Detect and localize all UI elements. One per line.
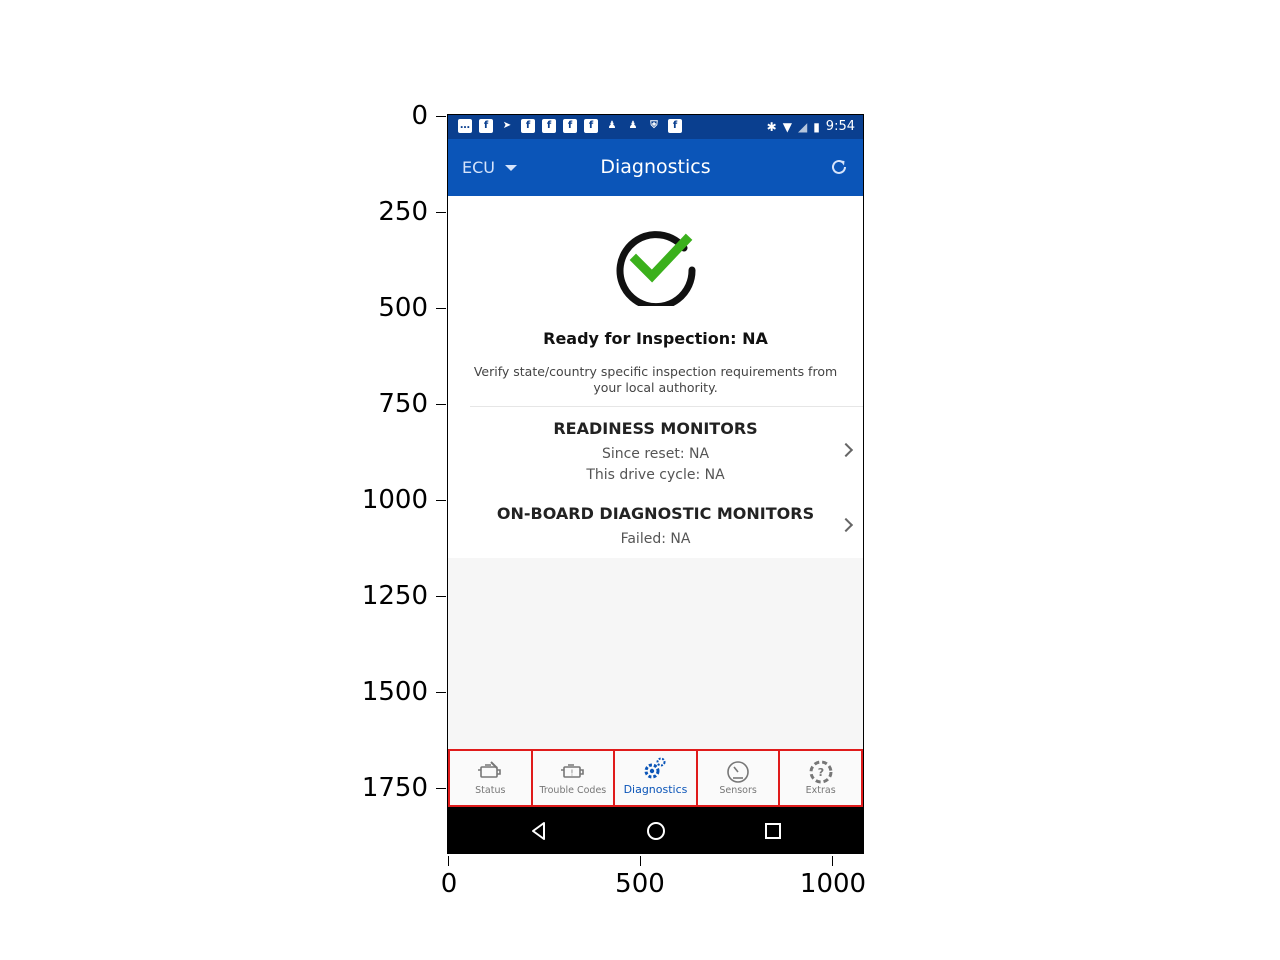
y-tick-label: 1000 — [361, 485, 428, 515]
facebook-icon: f — [521, 119, 535, 133]
tab-label: Sensors — [719, 785, 757, 796]
readiness-title: READINESS MONITORS — [553, 419, 758, 438]
check-circle-icon — [616, 231, 696, 306]
y-tick-label: 1750 — [361, 773, 428, 803]
x-tick-label: 500 — [615, 869, 665, 899]
person-icon: ♟ — [628, 120, 638, 131]
notification-icons: … f ➤ f f f f ♟ ♟ ⛨ f — [458, 119, 682, 133]
shield-icon: ⛨ — [650, 120, 658, 131]
failed-text: Failed: NA — [620, 531, 691, 547]
send-icon: ➤ — [502, 120, 512, 131]
drive-cycle-text: This drive cycle: NA — [586, 467, 725, 483]
y-tick-label: 1250 — [361, 581, 428, 611]
engine-status-icon — [478, 761, 502, 778]
y-tick-label: 1500 — [361, 677, 428, 707]
facebook-icon: f — [479, 119, 493, 133]
y-tick-label: 750 — [378, 389, 428, 419]
tab-diagnostics[interactable]: Diagnostics — [613, 749, 698, 807]
y-tick — [436, 212, 446, 213]
y-tick-label: 500 — [378, 293, 428, 323]
y-tick — [436, 692, 446, 693]
divider — [470, 406, 863, 407]
tab-extras[interactable]: ? Extras — [778, 749, 863, 807]
engine-codes-icon: ! — [560, 764, 584, 778]
y-tick — [436, 500, 446, 501]
system-nav-bar — [448, 807, 863, 853]
tab-status[interactable]: Status — [448, 749, 533, 807]
wifi-icon: ▼ — [782, 120, 792, 134]
svg-text:!: ! — [570, 769, 573, 778]
ready-status-title: Ready for Inspection: NA — [543, 329, 768, 348]
refresh-icon[interactable] — [829, 157, 849, 177]
y-tick-label: 0 — [411, 101, 428, 131]
y-tick — [436, 116, 446, 117]
tab-label: Trouble Codes — [539, 785, 607, 796]
back-icon[interactable] — [528, 820, 550, 842]
svg-text:?: ? — [817, 766, 823, 779]
y-tick — [436, 308, 446, 309]
tab-label: Extras — [805, 785, 836, 796]
no-signal-icon: ◢ — [797, 120, 808, 134]
x-tick-label: 0 — [440, 869, 458, 899]
phone-screen: … f ➤ f f f f ♟ ♟ ⛨ f ✱ ▼ ◢ ▮ 9:54 ECU D… — [447, 114, 864, 854]
y-tick — [436, 404, 446, 405]
status-bar: … f ➤ f f f f ♟ ♟ ⛨ f ✱ ▼ ◢ ▮ 9:54 — [448, 115, 863, 139]
page-title: Diagnostics — [600, 156, 711, 178]
gauge-icon — [727, 761, 749, 783]
tab-sensors[interactable]: Sensors — [695, 749, 781, 807]
recents-icon[interactable] — [762, 820, 784, 842]
bottom-nav: Status ! Trouble Codes Diagnostics Senso… — [448, 749, 863, 807]
tab-label: Diagnostics — [623, 783, 688, 796]
y-tick — [436, 788, 446, 789]
home-icon[interactable] — [645, 820, 667, 842]
facebook-icon: f — [668, 119, 682, 133]
person-icon: ♟ — [607, 120, 617, 131]
chat-icon: … — [458, 119, 472, 133]
bluetooth-icon: ✱ — [766, 120, 777, 134]
readiness-monitors-row[interactable]: READINESS MONITORS Since reset: NA This … — [448, 410, 863, 496]
inspection-note: Verify state/country specific inspection… — [473, 364, 838, 395]
system-icons: ✱ ▼ ◢ ▮ 9:54 — [766, 119, 855, 135]
onboard-monitors-row[interactable]: ON-BOARD DIAGNOSTIC MONITORS Failed: NA — [448, 496, 863, 556]
app-bar: ECU Diagnostics — [448, 139, 863, 196]
y-tick-label: 250 — [378, 197, 428, 227]
facebook-icon: f — [563, 119, 577, 133]
y-tick — [436, 596, 446, 597]
tab-trouble-codes[interactable]: ! Trouble Codes — [530, 749, 616, 807]
gears-icon — [644, 757, 666, 779]
x-tick — [640, 856, 641, 866]
help-icon: ? — [809, 760, 833, 784]
diagnostics-content: Ready for Inspection: NA Verify state/co… — [448, 196, 863, 558]
tab-label: Status — [475, 785, 506, 796]
facebook-icon: f — [542, 119, 556, 133]
facebook-icon: f — [584, 119, 598, 133]
x-tick — [448, 856, 449, 866]
onboard-title: ON-BOARD DIAGNOSTIC MONITORS — [496, 504, 815, 523]
since-reset-text: Since reset: NA — [601, 446, 710, 462]
x-tick — [832, 856, 833, 866]
battery-icon: ▮ — [813, 120, 820, 134]
clock: 9:54 — [825, 119, 855, 134]
x-tick-label: 1000 — [799, 869, 867, 899]
